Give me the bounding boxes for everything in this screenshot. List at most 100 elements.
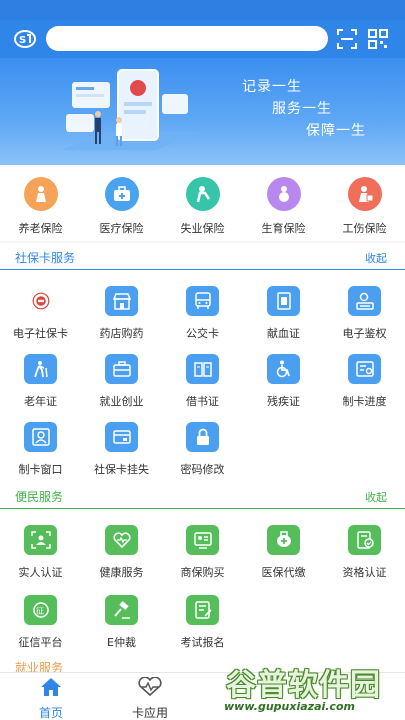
briefcase-icon (105, 354, 138, 384)
insurance-item-medical[interactable]: 医疗保险 (81, 177, 162, 236)
svg-text:征: 征 (36, 606, 44, 616)
elderly-icon (23, 177, 58, 211)
section-title: 便民服务 (15, 490, 64, 504)
watermark-text: 谷普软件园 (226, 668, 381, 703)
grid-label: 商保购买 (180, 566, 225, 579)
svg-text:S: S (19, 35, 26, 46)
collapse-button[interactable]: 收起 (365, 250, 387, 266)
grid-label: 制卡窗口 (18, 463, 63, 476)
credit-icon: 征 (24, 595, 57, 625)
tab-label: 卡应用 (131, 706, 168, 720)
insurance-item-maternity[interactable]: 生育保险 (243, 177, 324, 236)
insurance-categories: 养老保险 医疗保险 失业保险 生育保险 工伤保险 (0, 165, 405, 241)
injury-icon (347, 177, 382, 211)
insurance-item-unemployment[interactable]: 失业保险 (162, 177, 243, 236)
card-loss-icon (105, 422, 138, 452)
grid-item[interactable]: 电子鉴权 (324, 286, 405, 341)
social-security-logo-icon: S (14, 30, 36, 48)
top-bar: S (0, 20, 405, 58)
grid-item[interactable]: 制卡进度 (324, 354, 405, 409)
grid-label: 电子社保卡 (13, 327, 68, 340)
grid-item[interactable]: 实人认证 (0, 525, 81, 580)
insurance-item-pension[interactable]: 养老保险 (0, 177, 81, 236)
tab-label: 首页 (38, 706, 63, 720)
qualification-icon (348, 525, 381, 555)
grid-label: 献血证 (267, 327, 300, 340)
insurance-item-injury[interactable]: 工伤保险 (324, 177, 405, 236)
section-header-convenience: 便民服务 收起 (0, 482, 405, 509)
insurance-label: 失业保险 (180, 222, 225, 235)
insurance-purchase-icon (186, 525, 219, 555)
grid-label: 残疾证 (267, 395, 300, 408)
watermark: 谷普软件园 www.gupuxiazai.com (218, 660, 405, 720)
maternity-icon (266, 177, 301, 211)
grid-item[interactable]: 献血证 (243, 286, 324, 341)
grid-label: 社保卡挂失 (94, 463, 149, 476)
grid-item[interactable]: 就业创业 (81, 354, 162, 409)
grid-item[interactable]: 公交卡 (162, 286, 243, 341)
exam-signup-icon (186, 595, 219, 625)
scan-icon[interactable] (337, 29, 357, 49)
grid-item[interactable]: 征 征信平台 (0, 595, 81, 650)
gavel-icon (105, 595, 138, 625)
face-id-icon (24, 525, 57, 555)
lock-icon (186, 422, 219, 452)
grid-item[interactable]: 社保卡挂失 (81, 422, 162, 477)
authentication-icon (348, 286, 381, 316)
tab-home[interactable]: 首页 (11, 677, 91, 720)
section-title: 社保卡服务 (15, 251, 76, 265)
pharmacy-icon (105, 286, 138, 316)
grid-label: 借书证 (186, 395, 219, 408)
bus-icon (186, 286, 219, 316)
grid-item[interactable]: 健康服务 (81, 525, 162, 580)
card-progress-icon (348, 354, 381, 384)
grid-label: 健康服务 (99, 566, 144, 579)
book-icon (186, 354, 219, 384)
medical-payment-icon (267, 525, 300, 555)
grid-label: 老年证 (24, 395, 57, 408)
grid-label: 制卡进度 (342, 395, 387, 408)
grid-item[interactable]: 资格认证 (324, 525, 405, 580)
tab-card-apps[interactable]: 卡应用 (110, 676, 190, 720)
health-heart-icon (105, 525, 138, 555)
status-bar (0, 0, 405, 20)
grid-item[interactable]: 密码修改 (162, 422, 243, 477)
grid-item[interactable]: 药店购药 (81, 286, 162, 341)
grid-item[interactable]: 制卡窗口 (0, 422, 81, 477)
grid-item[interactable]: 医保代缴 (243, 525, 324, 580)
grid-label: 医保代缴 (261, 566, 306, 579)
grid-item[interactable]: 电子社保卡 (0, 286, 81, 341)
wheelchair-icon (267, 354, 300, 384)
grid-label: 电子鉴权 (342, 327, 387, 340)
card-window-icon (24, 422, 57, 452)
qr-code-icon[interactable] (368, 29, 388, 49)
grid-label: 实人认证 (18, 566, 63, 579)
grid-item[interactable]: 考试报名 (162, 595, 243, 650)
watermark-url: www.gupuxiazai.com (224, 700, 355, 713)
insurance-label: 工伤保险 (342, 222, 387, 235)
convenience-grid: 实人认证 健康服务 商保购买 医保代缴 资格认证 征 征信平台 E仲裁 考试报名… (0, 509, 405, 675)
grid-label: 药店购药 (99, 327, 144, 340)
section-header-card-service: 社保卡服务 收起 (0, 243, 405, 270)
grid-item[interactable]: 残疾证 (243, 354, 324, 409)
search-input[interactable] (46, 26, 328, 51)
grid-item[interactable]: 老年证 (0, 354, 81, 409)
insurance-label: 养老保险 (18, 222, 63, 235)
blood-donation-icon (267, 286, 300, 316)
grid-label: 考试报名 (180, 636, 225, 649)
card-service-grid: 电子社保卡 药店购药 公交卡 献血证 电子鉴权 老年证 就业创业 借书证 残疾证… (0, 270, 405, 482)
grid-item[interactable]: E仲裁 (81, 595, 162, 650)
collapse-button[interactable]: 收起 (365, 489, 387, 505)
grid-item[interactable]: 借书证 (162, 354, 243, 409)
social-security-card-icon (24, 286, 57, 316)
home-icon (41, 678, 61, 696)
banner-illustration (61, 69, 201, 150)
grid-label: 就业创业 (99, 395, 144, 408)
banner[interactable]: 记录一生 服务一生 保障一生 (0, 58, 405, 165)
elderly-walk-icon (24, 354, 57, 384)
grid-item[interactable]: 商保购买 (162, 525, 243, 580)
grid-label: 征信平台 (18, 636, 63, 649)
insurance-label: 生育保险 (261, 222, 306, 235)
grid-label: 公交卡 (186, 327, 219, 340)
unemployment-icon (185, 177, 220, 211)
